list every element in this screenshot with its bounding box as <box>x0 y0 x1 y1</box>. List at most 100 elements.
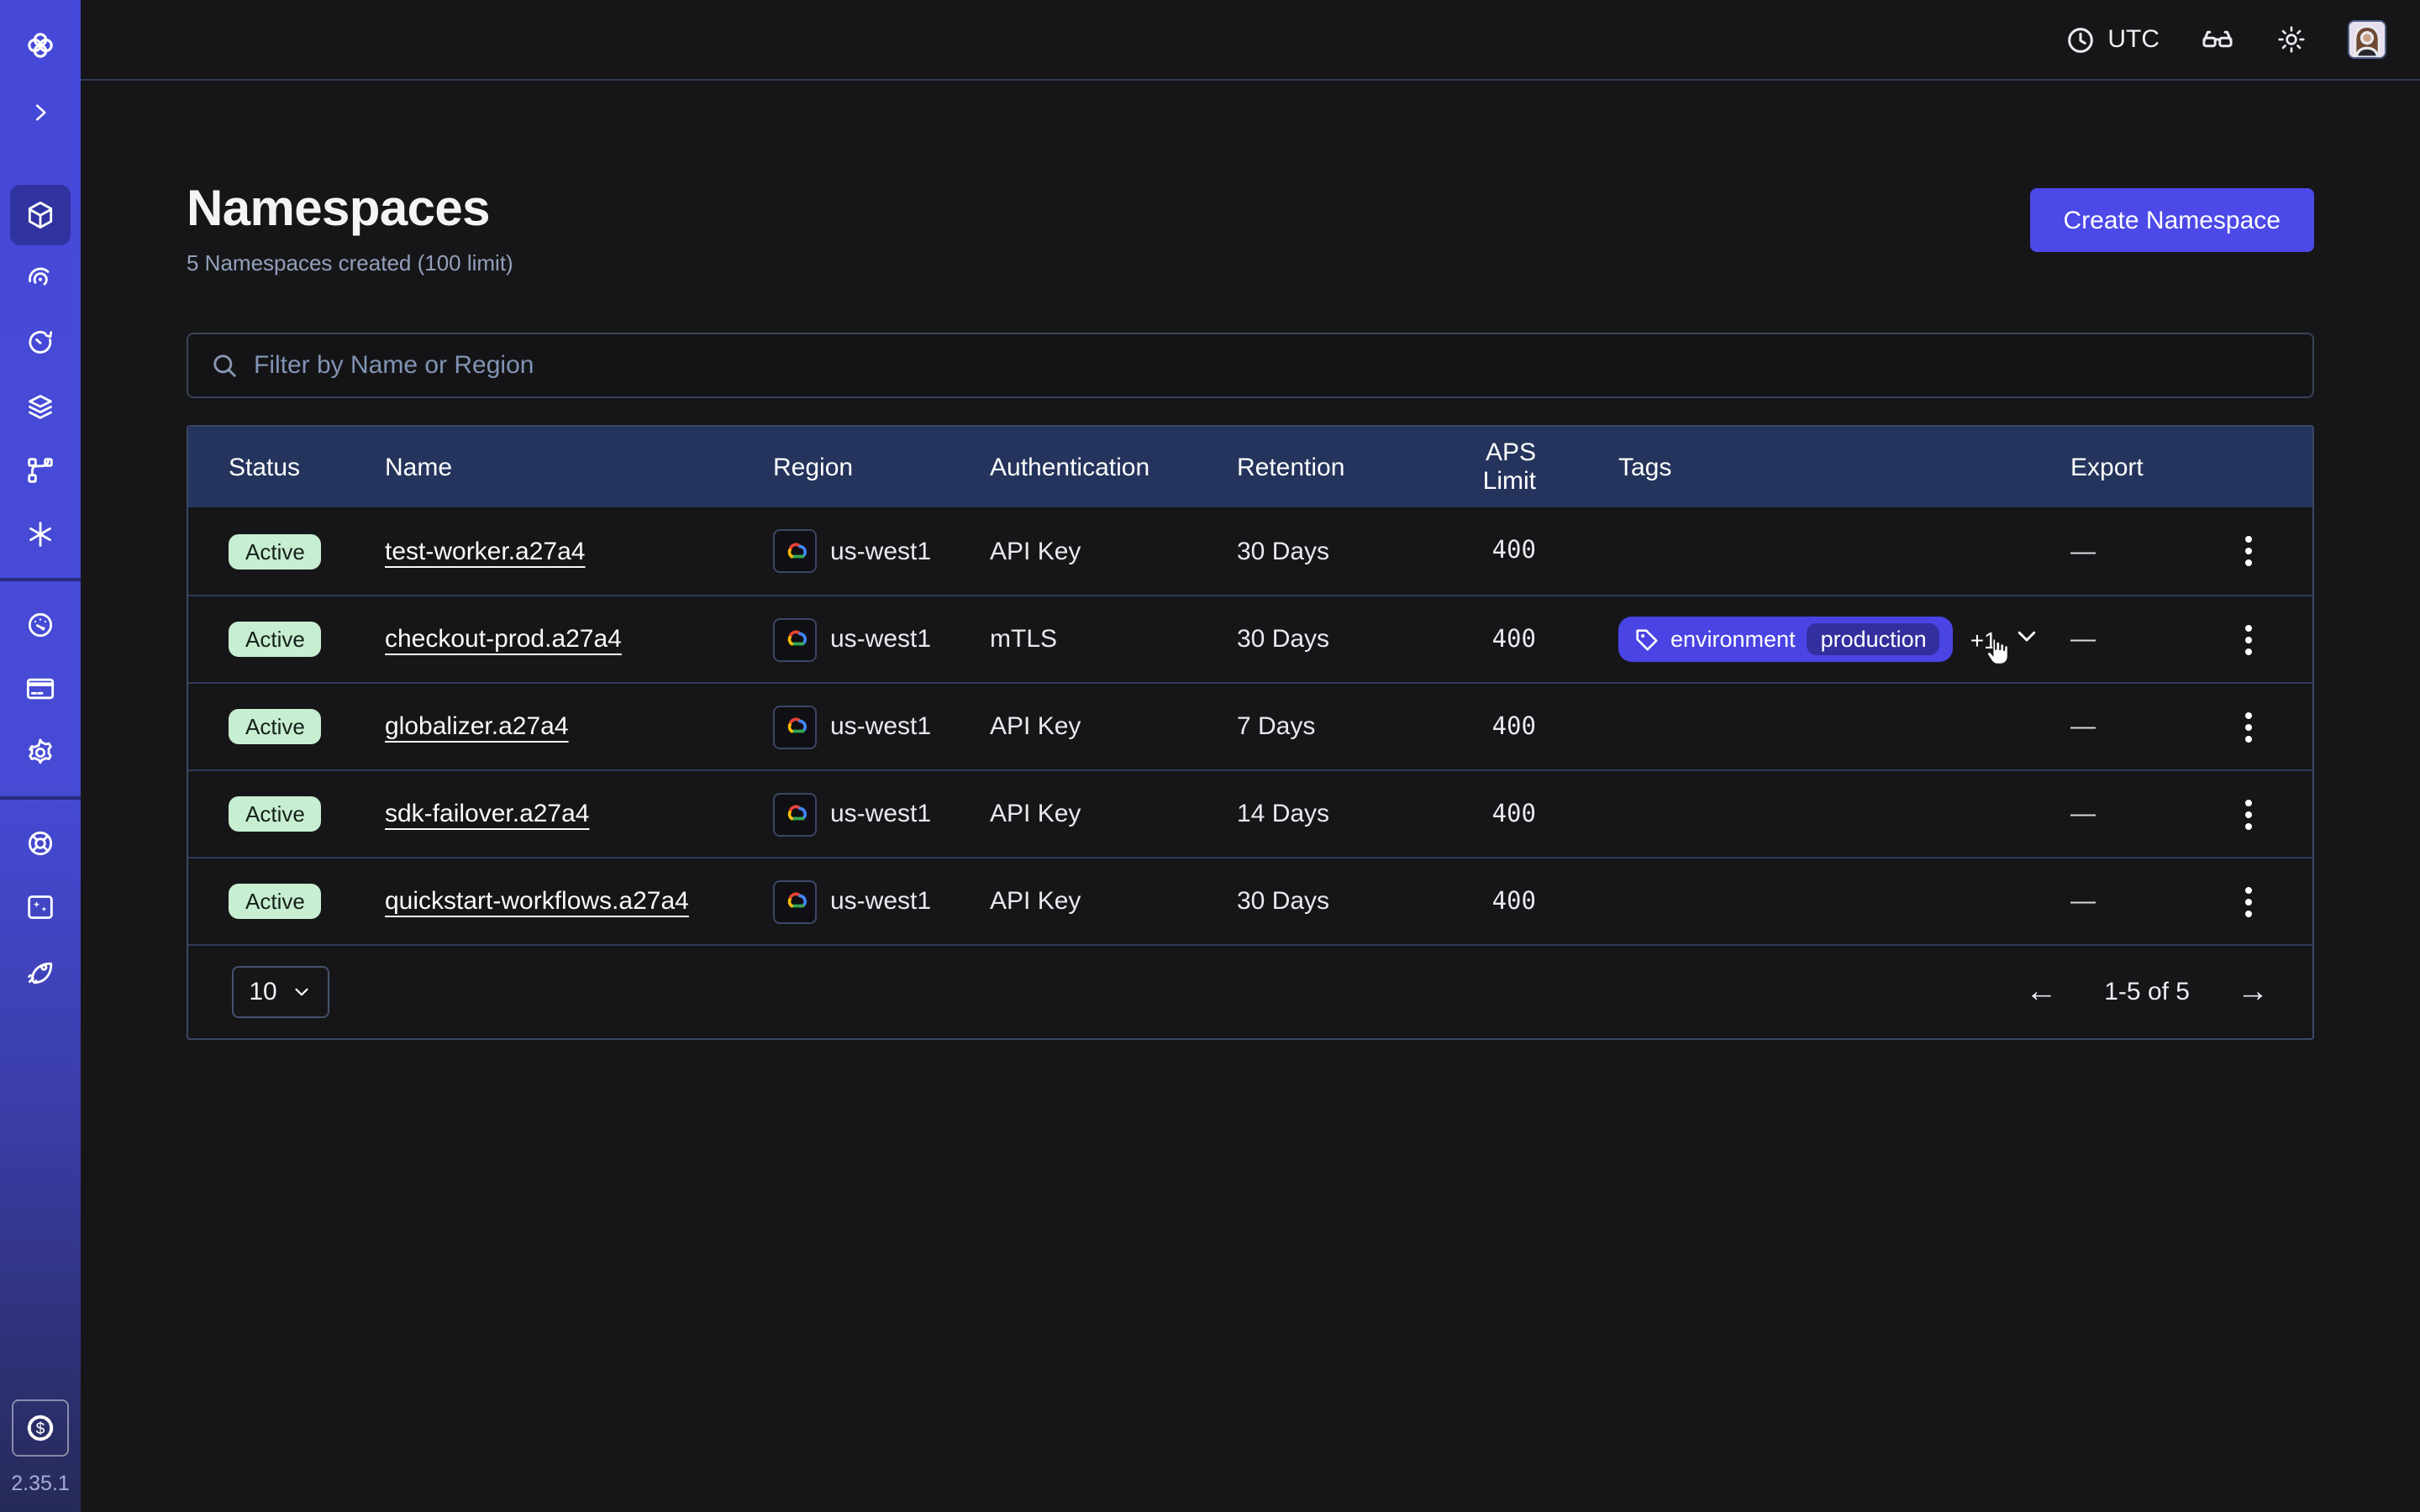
rocket-icon <box>24 954 57 988</box>
namespace-link[interactable]: test-worker.a27a4 <box>385 537 585 565</box>
sidebar-expand-button[interactable] <box>10 82 71 143</box>
temporal-logo-icon <box>22 27 59 64</box>
col-status: Status <box>229 453 385 481</box>
region-cell: us-west1 <box>773 792 990 836</box>
app-window: $ 2.35.1 UTC <box>0 0 2420 1512</box>
row-actions-kebab[interactable] <box>2235 614 2262 664</box>
sidebar-item-feedback[interactable] <box>10 877 71 937</box>
svg-text:$: $ <box>36 1420 45 1438</box>
create-namespace-button[interactable]: Create Namespace <box>2030 188 2314 252</box>
cube-icon <box>24 198 57 232</box>
credit-card-icon <box>24 672 57 706</box>
aps-cell: 400 <box>1430 538 1549 564</box>
tag-chip[interactable]: environment production <box>1618 617 1954 662</box>
timezone-selector[interactable]: UTC <box>2065 24 2160 55</box>
status-badge: Active <box>229 622 322 657</box>
tag-value: production <box>1807 623 1940 655</box>
sidebar-item-connections[interactable] <box>10 440 71 501</box>
spiral-eye-icon <box>24 262 57 296</box>
table-row: Active sdk-failover.a27a4 us-west1 API K… <box>188 769 2312 857</box>
status-cell: Active <box>229 709 385 744</box>
theme-toggle[interactable] <box>2275 24 2307 55</box>
sidebar-item-schedules[interactable] <box>10 312 71 373</box>
region-label: us-west1 <box>830 625 931 654</box>
export-value: — <box>2070 800 2096 828</box>
next-page-button[interactable]: → <box>2237 976 2269 1008</box>
prev-page-button[interactable]: ← <box>2025 976 2057 1008</box>
gcp-cloud-icon <box>773 529 817 573</box>
row-actions-kebab[interactable] <box>2235 526 2262 576</box>
status-cell: Active <box>229 796 385 832</box>
col-export: Export <box>2070 453 2312 481</box>
asterisk-icon <box>24 517 57 551</box>
gcp-cloud-icon <box>773 792 817 836</box>
tag-more-count: +1 <box>1970 626 1997 653</box>
accessibility-button[interactable] <box>2200 22 2235 57</box>
sun-icon <box>2275 24 2307 55</box>
pricing-button[interactable]: $ <box>12 1399 69 1457</box>
retention-cell: 30 Days <box>1237 625 1430 654</box>
table-header: Status Name Region Authentication Retent… <box>188 427 2312 507</box>
sidebar-item-namespaces[interactable] <box>10 185 71 245</box>
sidebar-item-billing[interactable] <box>10 659 71 719</box>
status-cell: Active <box>229 533 385 569</box>
export-cell: — <box>2070 684 2312 769</box>
auth-cell: API Key <box>990 537 1237 565</box>
tags-cell: environment production +1 <box>1549 617 2070 662</box>
export-value: — <box>2070 887 2096 916</box>
temporal-logo[interactable] <box>10 15 71 76</box>
name-cell: quickstart-workflows.a27a4 <box>385 887 773 916</box>
sidebar-item-nexus[interactable] <box>10 504 71 564</box>
tags-expand-button[interactable] <box>2014 622 2041 656</box>
row-actions-kebab[interactable] <box>2235 789 2262 839</box>
name-cell: checkout-prod.a27a4 <box>385 625 773 654</box>
chevron-down-icon <box>2014 622 2041 649</box>
retention-cell: 30 Days <box>1237 537 1430 565</box>
status-cell: Active <box>229 622 385 657</box>
sidebar-item-usage[interactable] <box>10 595 71 655</box>
clock-icon <box>2065 24 2096 55</box>
status-cell: Active <box>229 884 385 919</box>
name-cell: test-worker.a27a4 <box>385 537 773 565</box>
row-actions-kebab[interactable] <box>2235 876 2262 927</box>
gauge-icon <box>24 608 57 642</box>
lifebuoy-icon <box>24 827 57 860</box>
table-footer: 10 ← 1-5 of 5 → <box>188 944 2312 1038</box>
filter-input[interactable] <box>254 351 2291 380</box>
sidebar-item-support[interactable] <box>10 813 71 874</box>
region-cell: us-west1 <box>773 879 990 923</box>
gcp-cloud-icon <box>773 879 817 923</box>
namespace-link[interactable]: checkout-prod.a27a4 <box>385 625 622 654</box>
sidebar-item-settings[interactable] <box>10 722 71 783</box>
col-aps-limit: APS Limit <box>1430 438 1549 496</box>
chevron-right-icon <box>25 97 55 128</box>
status-badge: Active <box>229 884 322 919</box>
col-retention: Retention <box>1237 453 1430 481</box>
glasses-icon <box>2200 22 2235 57</box>
aps-cell: 400 <box>1430 626 1549 653</box>
page-size-select[interactable]: 10 <box>232 966 329 1018</box>
namespace-link[interactable]: quickstart-workflows.a27a4 <box>385 887 689 916</box>
col-authentication: Authentication <box>990 453 1237 481</box>
sidebar-item-workflows[interactable] <box>10 249 71 309</box>
region-label: us-west1 <box>830 800 931 828</box>
region-cell: us-west1 <box>773 617 990 661</box>
region-label: us-west1 <box>830 712 931 741</box>
namespace-link[interactable]: globalizer.a27a4 <box>385 712 569 741</box>
export-cell: — <box>2070 596 2312 682</box>
row-actions-kebab[interactable] <box>2235 701 2262 752</box>
timezone-label: UTC <box>2107 25 2160 54</box>
user-avatar[interactable] <box>2348 20 2386 59</box>
sidebar-item-stacks[interactable] <box>10 376 71 437</box>
table-row: Active checkout-prod.a27a4 us-west1 mTLS… <box>188 595 2312 682</box>
namespace-link[interactable]: sdk-failover.a27a4 <box>385 800 590 828</box>
tag-key: environment <box>1670 627 1796 652</box>
export-cell: — <box>2070 771 2312 857</box>
status-badge: Active <box>229 533 322 569</box>
page-subtitle: 5 Namespaces created (100 limit) <box>187 250 513 276</box>
sidebar-item-getting-started[interactable] <box>10 941 71 1001</box>
filter-bar <box>187 333 2314 398</box>
col-region: Region <box>773 453 990 481</box>
sidebar-footer: $ 2.35.1 <box>11 1399 70 1512</box>
export-value: — <box>2070 712 2096 741</box>
